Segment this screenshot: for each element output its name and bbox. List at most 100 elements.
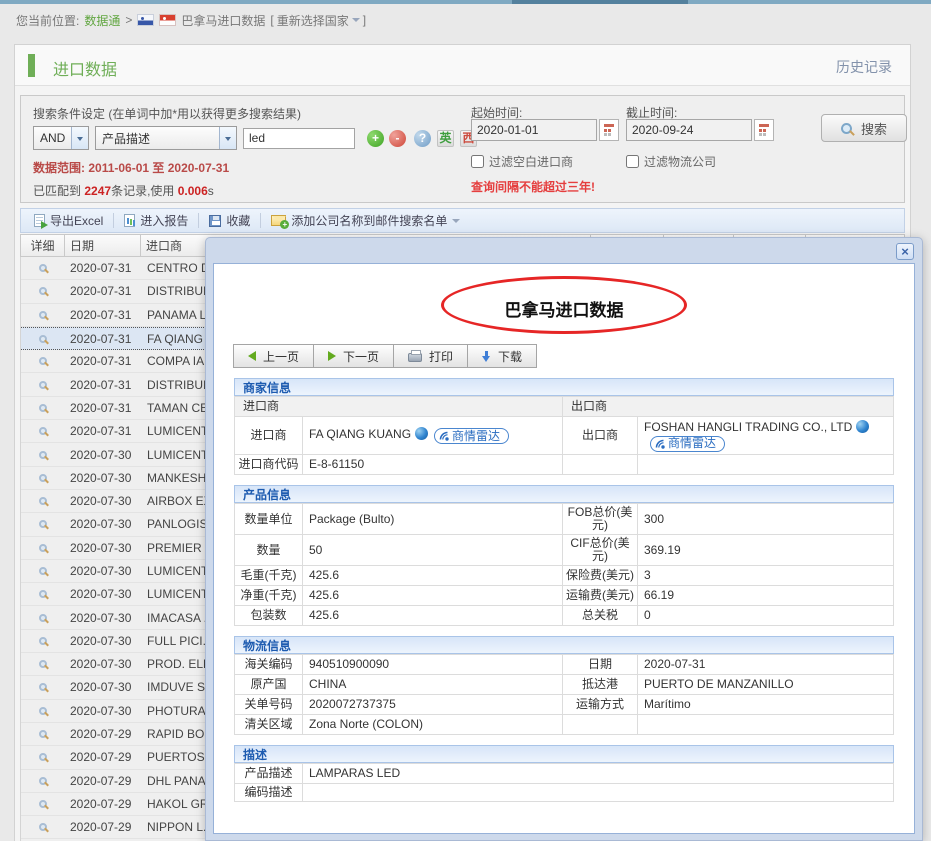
checkbox[interactable] bbox=[626, 155, 639, 168]
row-detail-cell[interactable] bbox=[21, 474, 65, 482]
field-label: 抵达港 bbox=[563, 675, 638, 695]
print-button[interactable]: 打印 bbox=[393, 344, 468, 368]
filter-blank-importer-checkbox[interactable]: 过滤空白进口商 bbox=[471, 153, 573, 170]
reselect-country-link[interactable]: [ 重新选择国家 ] bbox=[270, 12, 366, 29]
magnifier-icon[interactable] bbox=[39, 427, 47, 435]
globe-icon[interactable] bbox=[415, 427, 428, 440]
row-detail-cell[interactable] bbox=[21, 800, 65, 808]
favorite-label: 收藏 bbox=[226, 212, 250, 229]
modal-button-bar: 上一页 下一页 打印 下载 bbox=[234, 344, 914, 368]
magnifier-icon[interactable] bbox=[39, 264, 47, 272]
field-value: 425.6 bbox=[303, 586, 563, 606]
row-detail-cell[interactable] bbox=[21, 404, 65, 412]
calendar-icon[interactable] bbox=[599, 119, 619, 141]
remove-condition-icon[interactable]: - bbox=[389, 130, 406, 147]
magnifier-icon[interactable] bbox=[39, 404, 47, 412]
globe-icon[interactable] bbox=[856, 420, 869, 433]
search-field-value: 产品描述 bbox=[96, 130, 219, 147]
start-date-input[interactable] bbox=[471, 119, 597, 141]
prev-page-button[interactable]: 上一页 bbox=[233, 344, 314, 368]
download-button[interactable]: 下载 bbox=[467, 344, 537, 368]
field-label: 包装数 bbox=[235, 606, 303, 626]
matched-result-line: 已匹配到 2247条记录,使用 0.006s bbox=[33, 182, 214, 199]
calendar-icon[interactable] bbox=[754, 119, 774, 141]
bool-operator-select[interactable]: AND bbox=[33, 126, 89, 150]
magnifier-icon[interactable] bbox=[39, 590, 47, 598]
help-icon[interactable]: ? bbox=[414, 130, 431, 147]
row-detail-cell[interactable] bbox=[21, 614, 65, 622]
magnifier-icon[interactable] bbox=[39, 311, 47, 319]
row-detail-cell[interactable] bbox=[21, 520, 65, 528]
row-detail-cell[interactable] bbox=[21, 707, 65, 715]
checkbox[interactable] bbox=[471, 155, 484, 168]
row-detail-cell[interactable] bbox=[21, 381, 65, 389]
search-button[interactable]: 搜索 bbox=[821, 114, 907, 142]
description-table: 产品描述LAMPARAS LED编码描述 bbox=[234, 763, 894, 802]
enter-report-button[interactable]: 进入报告 bbox=[120, 212, 192, 229]
magnifier-icon[interactable] bbox=[39, 707, 47, 715]
merchant-row: 进口商代码 E-8-61150 bbox=[235, 455, 894, 475]
filter-logistics-checkbox[interactable]: 过滤物流公司 bbox=[626, 153, 716, 170]
add-to-mail-list-button[interactable]: 添加公司名称到邮件搜索名单 bbox=[267, 212, 464, 229]
business-radar-link[interactable]: 商情雷达 bbox=[434, 428, 509, 444]
field-value: 2020-07-31 bbox=[638, 655, 894, 675]
business-radar-link[interactable]: 商情雷达 bbox=[650, 436, 725, 452]
magnifier-icon[interactable] bbox=[39, 777, 47, 785]
magnifier-icon[interactable] bbox=[39, 544, 47, 552]
magnifier-icon[interactable] bbox=[39, 497, 47, 505]
panama-flag-icon-2 bbox=[159, 14, 176, 26]
magnifier-icon[interactable] bbox=[39, 823, 47, 831]
next-page-button[interactable]: 下一页 bbox=[313, 344, 394, 368]
magnifier-icon[interactable] bbox=[39, 474, 47, 482]
field-value: 0 bbox=[638, 606, 894, 626]
magnifier-icon[interactable] bbox=[39, 287, 47, 295]
magnifier-icon[interactable] bbox=[39, 753, 47, 761]
row-detail-cell[interactable] bbox=[21, 730, 65, 738]
magnifier-icon[interactable] bbox=[39, 683, 47, 691]
row-detail-cell[interactable] bbox=[21, 335, 65, 343]
magnifier-icon[interactable] bbox=[39, 637, 47, 645]
description-section-header: 描述 bbox=[234, 745, 894, 763]
row-detail-cell[interactable] bbox=[21, 497, 65, 505]
search-field-select[interactable]: 产品描述 bbox=[95, 126, 237, 150]
row-detail-cell[interactable] bbox=[21, 777, 65, 785]
magnifier-icon[interactable] bbox=[39, 800, 47, 808]
row-detail-cell[interactable] bbox=[21, 427, 65, 435]
row-detail-cell[interactable] bbox=[21, 544, 65, 552]
row-detail-cell[interactable] bbox=[21, 590, 65, 598]
detail-row: 编码描述 bbox=[235, 784, 894, 802]
row-detail-cell[interactable] bbox=[21, 264, 65, 272]
magnifier-icon[interactable] bbox=[39, 730, 47, 738]
magnifier-icon[interactable] bbox=[39, 357, 47, 365]
export-excel-button[interactable]: 导出Excel bbox=[30, 212, 107, 229]
row-detail-cell[interactable] bbox=[21, 287, 65, 295]
row-detail-cell[interactable] bbox=[21, 683, 65, 691]
favorite-button[interactable]: 收藏 bbox=[205, 212, 254, 229]
magnifier-icon[interactable] bbox=[39, 614, 47, 622]
breadcrumb-home-link[interactable]: 数据通 bbox=[84, 12, 120, 29]
close-icon[interactable]: × bbox=[896, 243, 914, 260]
magnifier-icon[interactable] bbox=[39, 520, 47, 528]
add-condition-icon[interactable]: + bbox=[367, 130, 384, 147]
magnifier-icon[interactable] bbox=[39, 567, 47, 575]
lang-english-button[interactable]: 英 bbox=[437, 130, 454, 147]
keyword-input[interactable] bbox=[243, 128, 355, 149]
history-link[interactable]: 历史记录 bbox=[836, 57, 892, 77]
field-value: CHINA bbox=[303, 675, 563, 695]
row-detail-cell[interactable] bbox=[21, 637, 65, 645]
data-range-label: 数据范围: bbox=[33, 161, 85, 175]
row-detail-cell[interactable] bbox=[21, 753, 65, 761]
row-detail-cell[interactable] bbox=[21, 311, 65, 319]
end-date-input[interactable] bbox=[626, 119, 752, 141]
row-detail-cell[interactable] bbox=[21, 823, 65, 831]
row-detail-cell[interactable] bbox=[21, 567, 65, 575]
magnifier-icon[interactable] bbox=[39, 451, 47, 459]
modal-header[interactable] bbox=[206, 238, 922, 262]
magnifier-icon[interactable] bbox=[39, 381, 47, 389]
magnifier-icon[interactable] bbox=[39, 335, 47, 343]
magnifier-icon[interactable] bbox=[39, 660, 47, 668]
row-detail-cell[interactable] bbox=[21, 357, 65, 365]
row-detail-cell[interactable] bbox=[21, 660, 65, 668]
row-detail-cell[interactable] bbox=[21, 451, 65, 459]
field-label: 日期 bbox=[563, 655, 638, 675]
